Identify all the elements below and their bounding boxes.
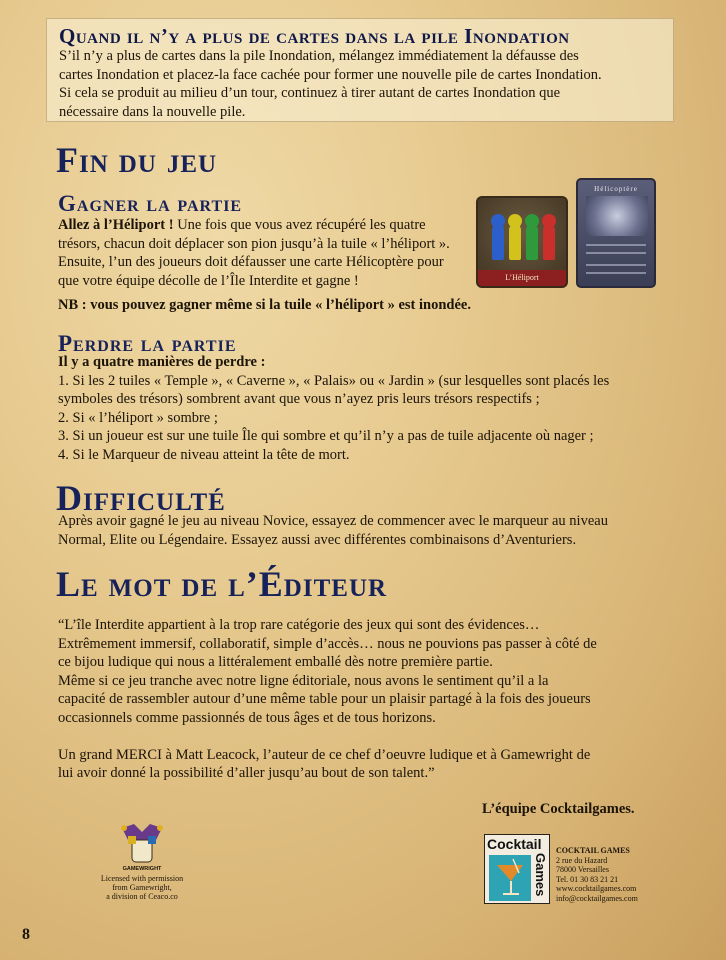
quote-line-8: lui avoir donné la possibilité d’aller j… — [58, 765, 435, 781]
heliport-card-image: L’Héliport — [476, 196, 568, 288]
quote-line-7: Un grand MERCI à Matt Leacock, l’auteur … — [58, 746, 591, 763]
flood-deck-empty-title: Quand il n’y a plus de cartes dans la pi… — [59, 24, 570, 48]
helicopter-icon — [586, 196, 648, 236]
flood-deck-line-4: nécessaire dans la nouvelle pile. — [59, 103, 246, 120]
gamewright-logo-text: GAMEWRIGHT — [123, 866, 162, 872]
quote-line-5: capacité de rassembler autour d’une même… — [58, 691, 591, 707]
cocktail-phone: Tel. 01 30 83 21 21 — [556, 874, 619, 884]
win-lead: Allez à l’Héliport ! — [58, 217, 174, 233]
cocktail-contact: COCKTAIL GAMES 2 rue du Hazard 78000 Ver… — [556, 846, 638, 903]
lose-item-1b: symboles des trésors) sombrent avant que… — [58, 391, 540, 407]
publisher-word-heading: Le mot de l’Éditeur — [56, 564, 388, 604]
lose-list: Il y a quatre manières de perdre : 1. Si… — [58, 353, 678, 464]
card-text-line — [586, 252, 646, 254]
publisher-signature: L’équipe Cocktailgames. — [482, 801, 635, 817]
quote-line-1: “L’île Interdite appartient à la trop ra… — [58, 617, 540, 633]
flood-deck-line-2: cartes Inondation et placez-la face cach… — [59, 66, 602, 83]
card-text-line — [586, 244, 646, 246]
cocktail-games-logo: Cocktail Games — [484, 834, 550, 904]
flood-deck-empty-box: Quand il n’y a plus de cartes dans la pi… — [46, 18, 674, 122]
card-text-line — [586, 264, 646, 266]
quote-line-3: ce bijou ludique qui nous a littéralemen… — [58, 654, 493, 670]
quote-line-6: occasionnels comme passionnés de tous âg… — [58, 709, 436, 726]
games-logo-word: Games — [533, 853, 548, 897]
green-pawn-icon — [525, 214, 539, 260]
quote-spacer — [58, 727, 698, 746]
gamewright-caption-3: a division of Ceaco.co — [106, 892, 178, 901]
flood-deck-line-1: S’il n’y a plus de cartes dans la pile I… — [59, 48, 579, 64]
cocktail-logo-word: Cocktail — [487, 836, 542, 852]
cocktail-address-1: 2 rue du Hazard — [556, 855, 608, 865]
quote-line-4: Même si ce jeu tranche avec notre ligne … — [58, 672, 549, 689]
win-heading: Gagner la partie — [58, 191, 243, 216]
heliport-card-label: L’Héliport — [478, 270, 566, 286]
gamewright-caption: Licensed with permission from Gamewright… — [82, 874, 202, 901]
rulebook-page: Quand il n’y a plus de cartes dans la pi… — [0, 0, 726, 960]
difficulty-paragraph: Après avoir gagné le jeu au niveau Novic… — [58, 512, 688, 549]
card-text-line — [586, 272, 646, 274]
win-paragraph: Allez à l’Héliport ! Une fois que vous a… — [58, 216, 478, 290]
flood-deck-line-3: Si cela se produit au milieu d’un tour, … — [59, 85, 561, 101]
win-line-1: Allez à l’Héliport ! Une fois que vous a… — [58, 216, 478, 235]
cocktail-glass-icon — [489, 855, 531, 901]
lose-item-1a: 1. Si les 2 tuiles « Temple », « Caverne… — [58, 372, 610, 389]
lose-item-2: 2. Si « l’héliport » sombre ; — [58, 409, 218, 426]
helicopter-card-label: Hélicoptère — [594, 185, 638, 193]
gamewright-logo: GAMEWRIGHT — [121, 824, 163, 872]
end-of-game-heading: Fin du jeu — [56, 140, 218, 180]
publisher-quote: “L’île Interdite appartient à la trop ra… — [58, 616, 698, 783]
win-line-2: trésors, chacun doit déplacer son pion j… — [58, 235, 450, 252]
cocktail-address-2: 78000 Versailles — [556, 865, 609, 874]
quote-line-2: Extrêmement immersif, collaboratif, simp… — [58, 635, 597, 652]
cocktail-name: COCKTAIL GAMES — [556, 846, 630, 855]
cocktail-email: info@cocktailgames.com — [556, 893, 638, 903]
gamewright-caption-2: from Gamewright, — [112, 883, 172, 892]
difficulty-line-2: Normal, Elite ou Légendaire. Essayez aus… — [58, 531, 577, 548]
win-line-1-text: Une fois que vous avez récupéré les quat… — [173, 217, 426, 233]
helicopter-card-image: Hélicoptère — [576, 178, 656, 288]
lose-intro: Il y a quatre manières de perdre : — [58, 354, 266, 370]
lose-item-3: 3. Si un joueur est sur une tuile Île qu… — [58, 428, 594, 444]
win-line-3: Ensuite, l’un des joueurs doit défausser… — [58, 254, 444, 270]
win-line-4: que votre équipe décolle de l’Île Interd… — [58, 272, 359, 289]
red-pawn-icon — [542, 214, 556, 260]
blue-pawn-icon — [491, 214, 505, 260]
cocktail-website: www.cocktailgames.com — [556, 884, 637, 893]
yellow-pawn-icon — [508, 214, 522, 260]
difficulty-line-1: Après avoir gagné le jeu au niveau Novic… — [58, 513, 608, 529]
lose-item-4: 4. Si le Marqueur de niveau atteint la t… — [58, 446, 350, 463]
win-note: NB : vous pouvez gagner même si la tuile… — [58, 297, 471, 313]
page-number: 8 — [22, 926, 30, 943]
gamewright-caption-1: Licensed with permission — [100, 874, 184, 883]
